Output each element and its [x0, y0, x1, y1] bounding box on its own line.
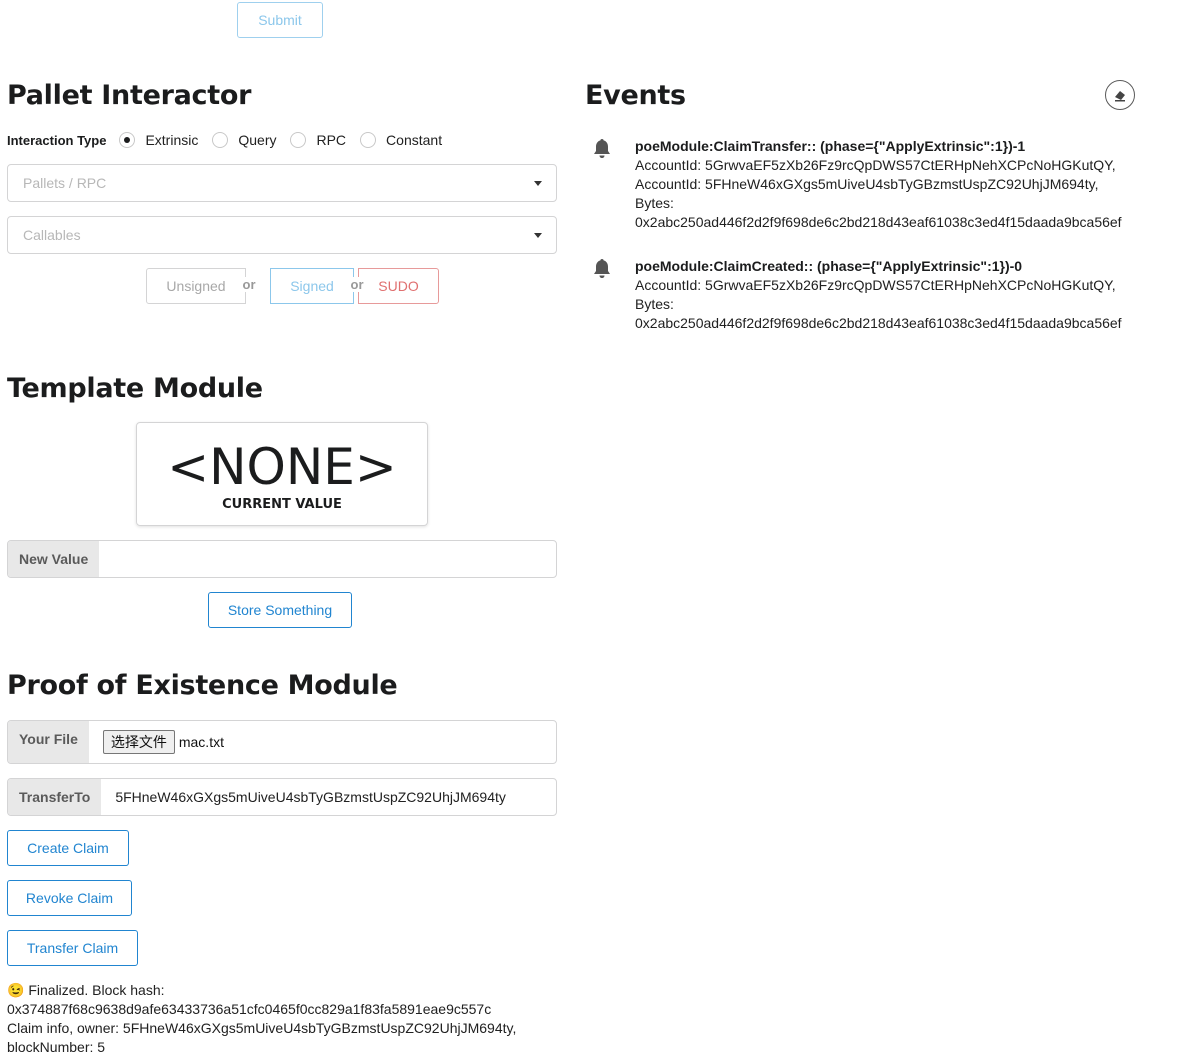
event-line: AccountId: 5GrwvaEF5zXb26Fz9rcQpDWS57CtE…	[635, 157, 1116, 173]
radio-constant[interactable]: Constant	[360, 132, 442, 148]
bell-icon	[594, 139, 610, 158]
or-label: or	[348, 277, 366, 292]
status-line: Claim info, owner: 5FHneW46xGXgs5mUiveU4…	[7, 1020, 517, 1036]
file-name: mac.txt	[178, 734, 224, 750]
pallet-interactor-title: Pallet Interactor	[7, 80, 252, 111]
event-header: poeModule:ClaimCreated:: (phase={"ApplyE…	[635, 258, 1023, 274]
current-value: <NONE>	[167, 438, 397, 496]
interaction-type-label: Interaction Type	[7, 132, 107, 148]
template-module-title: Template Module	[7, 373, 263, 404]
status-line: Finalized. Block hash:	[28, 982, 165, 998]
status-line: blockNumber: 5	[7, 1039, 106, 1055]
sudo-button[interactable]: SUDO	[358, 268, 439, 304]
caret-down-icon	[534, 181, 542, 186]
submit-button[interactable]: Submit	[237, 2, 323, 38]
radio-checked-icon	[119, 132, 136, 148]
event-header: poeModule:ClaimTransfer:: (phase={"Apply…	[635, 138, 1026, 154]
radio-unchecked-icon	[360, 132, 377, 148]
radio-label: RPC	[316, 132, 347, 148]
event-item: poeModule:ClaimCreated:: (phase={"ApplyE…	[590, 257, 1180, 337]
eraser-icon	[1115, 91, 1125, 102]
caret-down-icon	[534, 233, 542, 238]
or-label: or	[240, 277, 258, 292]
event-item: poeModule:ClaimTransfer:: (phase={"Apply…	[590, 137, 1180, 237]
radio-query[interactable]: Query	[212, 132, 276, 148]
callables-dropdown[interactable]: Callables	[7, 216, 557, 254]
events-title: Events	[585, 80, 686, 111]
new-value-input[interactable]	[99, 541, 556, 577]
revoke-claim-button[interactable]: Revoke Claim	[7, 880, 132, 916]
transfer-claim-button[interactable]: Transfer Claim	[7, 930, 138, 966]
event-line: Bytes:	[635, 195, 674, 211]
status-message: 😉 Finalized. Block hash: 0x374887f68c963…	[7, 981, 516, 1057]
status-line: 0x374887f68c9638d9afe63433736a51cfc0465f…	[7, 1001, 492, 1017]
your-file-field: Your File 选择文件 mac.txt	[7, 720, 557, 764]
radio-rpc[interactable]: RPC	[290, 132, 346, 148]
file-input: 选择文件 mac.txt	[89, 721, 556, 763]
store-something-button[interactable]: Store Something	[208, 592, 352, 628]
new-value-field: New Value	[7, 540, 557, 578]
pallets-dropdown[interactable]: Pallets / RPC	[7, 164, 557, 202]
unsigned-button[interactable]: Unsigned	[146, 268, 246, 304]
poe-module-title: Proof of Existence Module	[7, 670, 398, 701]
radio-unchecked-icon	[212, 132, 229, 148]
event-line: 0x2abc250ad446f2d2f9f698de6c2bd218d43eaf…	[635, 315, 1122, 331]
create-claim-button[interactable]: Create Claim	[7, 830, 129, 866]
current-value-caption: CURRENT VALUE	[222, 497, 342, 512]
pallets-dropdown-placeholder: Pallets / RPC	[23, 175, 107, 191]
event-line: AccountId: 5FHneW46xGXgs5mUiveU4sbTyGBzm…	[635, 176, 1099, 192]
event-line: AccountId: 5GrwvaEF5zXb26Fz9rcQpDWS57CtE…	[635, 277, 1116, 293]
bell-icon	[594, 259, 610, 278]
radio-label: Constant	[386, 132, 443, 148]
radio-extrinsic[interactable]: Extrinsic	[119, 132, 198, 148]
event-line: 0x2abc250ad446f2d2f9f698de6c2bd218d43eaf…	[635, 214, 1122, 230]
clear-events-button[interactable]	[1105, 80, 1135, 110]
transfer-to-label: TransferTo	[8, 779, 102, 815]
transfer-to-input[interactable]: 5FHneW46xGXgs5mUiveU4sbTyGBzmstUspZC92Uh…	[101, 779, 556, 815]
callables-dropdown-placeholder: Callables	[23, 227, 81, 243]
radio-label: Extrinsic	[145, 132, 199, 148]
current-value-card: <NONE> CURRENT VALUE	[136, 422, 428, 526]
choose-file-button[interactable]: 选择文件	[102, 730, 175, 754]
event-line: Bytes:	[635, 296, 674, 312]
your-file-label: Your File	[8, 721, 89, 763]
transfer-to-field: TransferTo 5FHneW46xGXgs5mUiveU4sbTyGBzm…	[7, 778, 557, 816]
signed-button[interactable]: Signed	[270, 268, 354, 304]
radio-label: Query	[238, 132, 277, 148]
radio-unchecked-icon	[290, 132, 307, 148]
sign-button-group: Unsigned or Signed or SUDO	[146, 268, 439, 304]
new-value-label: New Value	[8, 541, 100, 577]
wink-emoji-icon: 😉	[7, 982, 25, 998]
interaction-type-row: Interaction Type Extrinsic Query RPC Con…	[7, 132, 456, 148]
